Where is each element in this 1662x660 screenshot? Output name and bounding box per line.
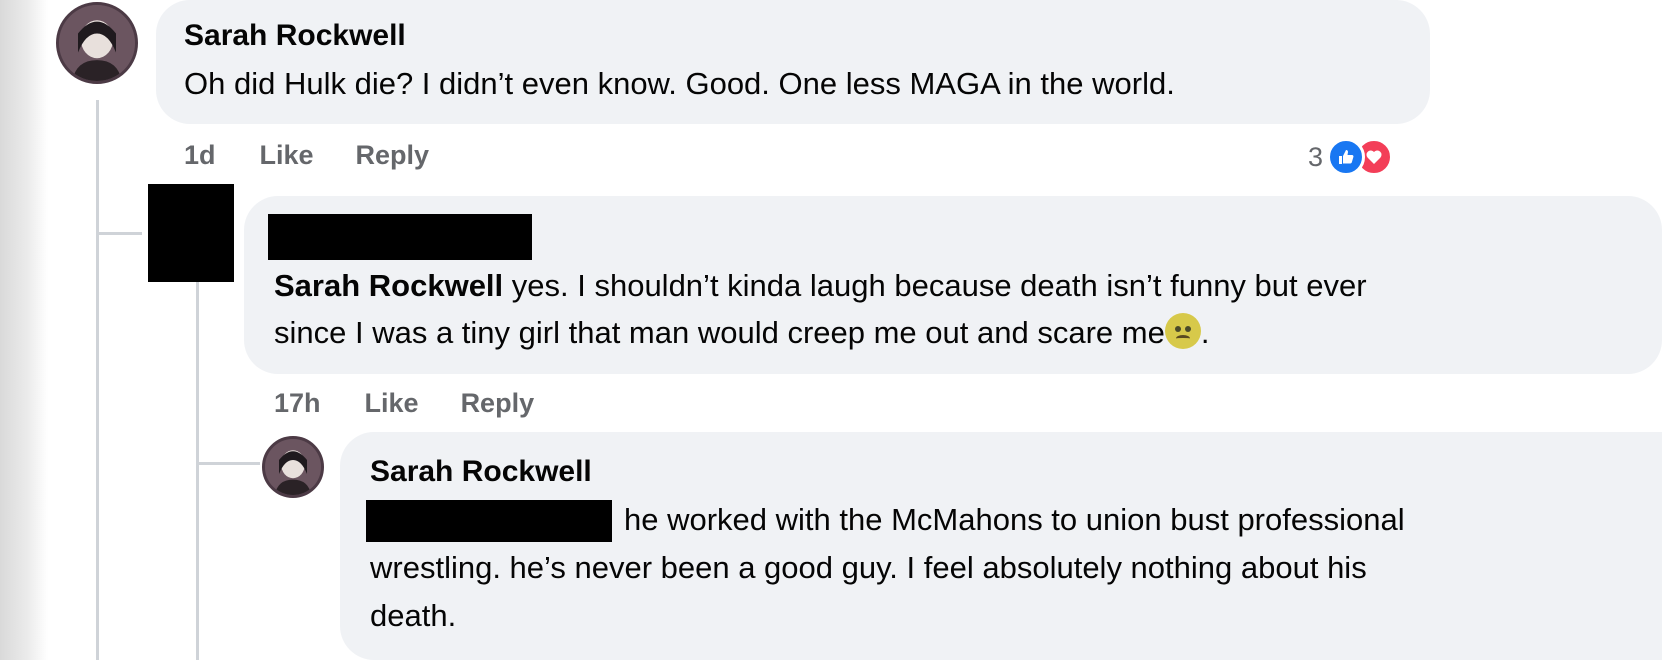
like-button[interactable]: Like bbox=[260, 140, 314, 171]
comment-author[interactable]: Sarah Rockwell bbox=[184, 18, 406, 54]
comment-text-line-3: death. bbox=[370, 598, 457, 633]
profile-photo-icon bbox=[265, 439, 321, 495]
comment-bubble: Sarah Rockwell yes. I shouldn’t kinda la… bbox=[244, 196, 1662, 374]
avatar[interactable] bbox=[56, 2, 138, 84]
like-button[interactable]: Like bbox=[365, 388, 419, 419]
comment-text-line-2-wrap: since I was a tiny girl that man would c… bbox=[274, 309, 1209, 356]
reaction-count: 3 bbox=[1308, 141, 1324, 172]
nauseated-face-emoji bbox=[1164, 313, 1201, 349]
like-icon bbox=[1327, 138, 1366, 176]
comment-text-line-1: yes. I shouldn’t kinda laugh because dea… bbox=[503, 268, 1367, 303]
redacted-avatar bbox=[148, 184, 234, 282]
reply-button[interactable]: Reply bbox=[356, 140, 430, 171]
left-edge-shadow bbox=[0, 0, 48, 660]
comment-text-line-1: he worked with the McMahons to union bus… bbox=[624, 502, 1405, 537]
comment-text: Sarah Rockwell yes. I shouldn’t kinda la… bbox=[274, 262, 1367, 309]
comment-actions: 1d Like Reply bbox=[184, 140, 471, 171]
mention-link[interactable]: Sarah Rockwell bbox=[274, 268, 503, 303]
comment-thread: Sarah Rockwell Oh did Hulk die? I didn’t… bbox=[0, 0, 1662, 660]
comment-author[interactable]: Sarah Rockwell bbox=[370, 454, 592, 490]
comment-actions: 17h Like Reply bbox=[274, 388, 576, 419]
comment-timestamp[interactable]: 1d bbox=[184, 140, 216, 171]
redacted-author-name bbox=[268, 214, 532, 260]
comment-text-end: . bbox=[1200, 315, 1210, 350]
reaction-summary[interactable]: 3 bbox=[1308, 138, 1394, 176]
redacted-mention bbox=[366, 500, 612, 542]
comment-text-line-2: wrestling. he’s never been a good guy. I… bbox=[370, 550, 1367, 585]
comment-text: Oh did Hulk die? I didn’t even know. Goo… bbox=[184, 66, 1175, 101]
comment-text-line-2: since I was a tiny girl that man would c… bbox=[274, 315, 1165, 350]
avatar[interactable] bbox=[262, 436, 324, 498]
profile-photo-icon bbox=[59, 5, 135, 81]
thread-line-2 bbox=[196, 282, 199, 660]
thread-branch-1 bbox=[96, 232, 142, 235]
comment-bubble: Sarah Rockwell he worked with the McMaho… bbox=[340, 432, 1662, 660]
thread-line-1 bbox=[96, 100, 99, 660]
reply-button[interactable]: Reply bbox=[461, 388, 535, 419]
comment-timestamp[interactable]: 17h bbox=[274, 388, 321, 419]
thread-branch-2 bbox=[196, 462, 260, 465]
comment-bubble: Sarah Rockwell Oh did Hulk die? I didn’t… bbox=[156, 0, 1430, 124]
